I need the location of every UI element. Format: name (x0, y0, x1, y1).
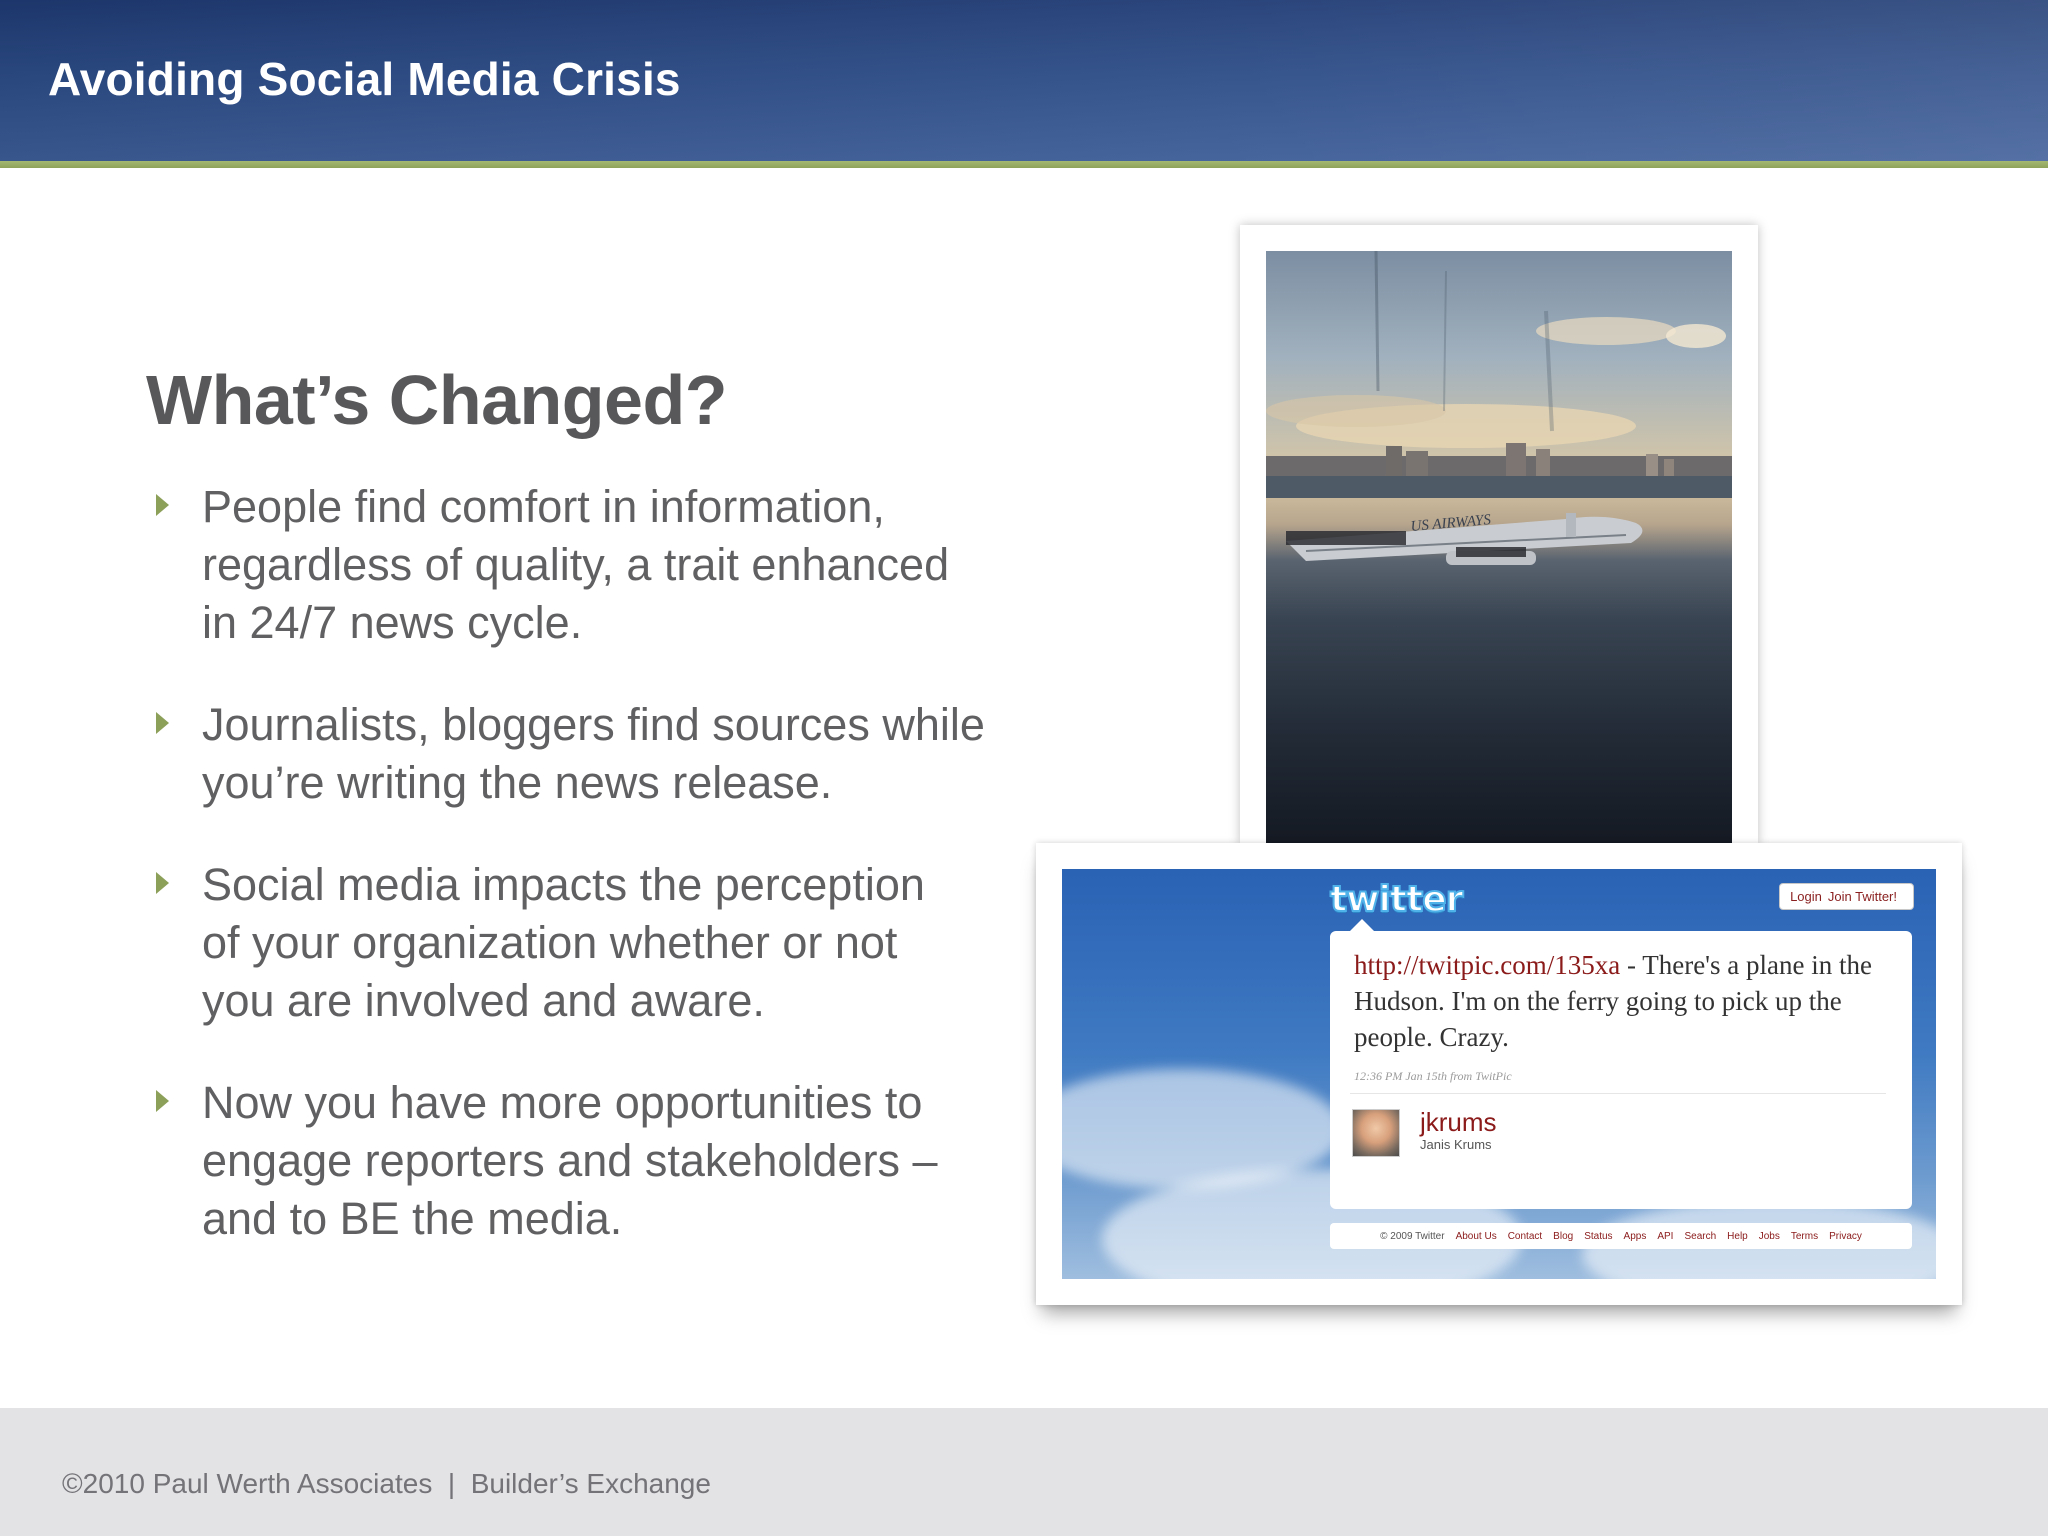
login-join-box: Login Join Twitter! (1779, 883, 1914, 910)
tweet-username[interactable]: jkrums (1420, 1107, 1497, 1138)
twitter-logo: twitter (1329, 878, 1464, 921)
footer-link-blog[interactable]: Blog (1553, 1231, 1573, 1242)
header-divider (0, 161, 2048, 168)
footer-link-api[interactable]: API (1657, 1231, 1673, 1242)
triangle-bullet-icon (156, 872, 169, 894)
hudson-photo-card: US AIRWAYS (1240, 225, 1758, 845)
bullet-text: Social media impacts the perception of y… (202, 859, 925, 1026)
footer-link-about[interactable]: About Us (1456, 1231, 1497, 1242)
footer-link-apps[interactable]: Apps (1624, 1231, 1647, 1242)
twitter-footer: © 2009 Twitter About Us Contact Blog Sta… (1330, 1223, 1912, 1249)
bullet-list: People find comfort in information, rega… (146, 478, 1046, 1292)
twitter-copyright: © 2009 Twitter (1380, 1230, 1445, 1242)
footer-link-privacy[interactable]: Privacy (1829, 1231, 1862, 1242)
tweet-status: http://twitpic.com/135xa - There's a pla… (1354, 947, 1884, 1055)
photo-illustration: US AIRWAYS (1266, 251, 1732, 565)
bullet-item: Journalists, bloggers find sources while… (146, 696, 1046, 812)
tweet-fullname: Janis Krums (1420, 1137, 1492, 1152)
tweet-link[interactable]: http://twitpic.com/135xa (1354, 950, 1620, 980)
triangle-bullet-icon (156, 494, 169, 516)
twitter-page-screenshot: twitter Login Join Twitter! http://twitpi… (1062, 869, 1936, 1279)
tweet-meta: 12:36 PM Jan 15th from TwitPic (1354, 1069, 1512, 1083)
login-link[interactable]: Login (1790, 889, 1822, 904)
join-twitter-link[interactable]: Join Twitter! (1828, 889, 1897, 904)
tweet-divider (1350, 1093, 1886, 1094)
footer-link-help[interactable]: Help (1727, 1231, 1748, 1242)
footer-link-search[interactable]: Search (1684, 1231, 1716, 1242)
triangle-bullet-icon (156, 712, 169, 734)
footer-text: ©2010 Paul Werth Associates | Builder’s … (62, 1468, 711, 1499)
footer-link-status[interactable]: Status (1584, 1231, 1612, 1242)
slide-heading: What’s Changed? (146, 361, 728, 439)
triangle-bullet-icon (156, 1090, 169, 1112)
bullet-item: Now you have more opportunities to engag… (146, 1074, 1046, 1248)
footer-link-jobs[interactable]: Jobs (1759, 1231, 1780, 1242)
bullet-item: Social media impacts the perception of y… (146, 856, 1046, 1030)
bullet-text: Journalists, bloggers find sources while… (202, 699, 985, 808)
hudson-plane-photo: US AIRWAYS (1266, 251, 1732, 845)
footer-link-terms[interactable]: Terms (1791, 1231, 1818, 1242)
bullet-item: People find comfort in information, rega… (146, 478, 1046, 652)
bullet-text: Now you have more opportunities to engag… (202, 1077, 938, 1244)
footer-link-contact[interactable]: Contact (1508, 1231, 1542, 1242)
tweet-box: http://twitpic.com/135xa - There's a pla… (1330, 919, 1912, 1209)
slide-title: Avoiding Social Media Crisis (48, 53, 681, 105)
tweet-screenshot-card: twitter Login Join Twitter! http://twitpi… (1036, 843, 1962, 1305)
avatar[interactable] (1352, 1109, 1400, 1157)
bullet-text: People find comfort in information, rega… (202, 481, 950, 648)
